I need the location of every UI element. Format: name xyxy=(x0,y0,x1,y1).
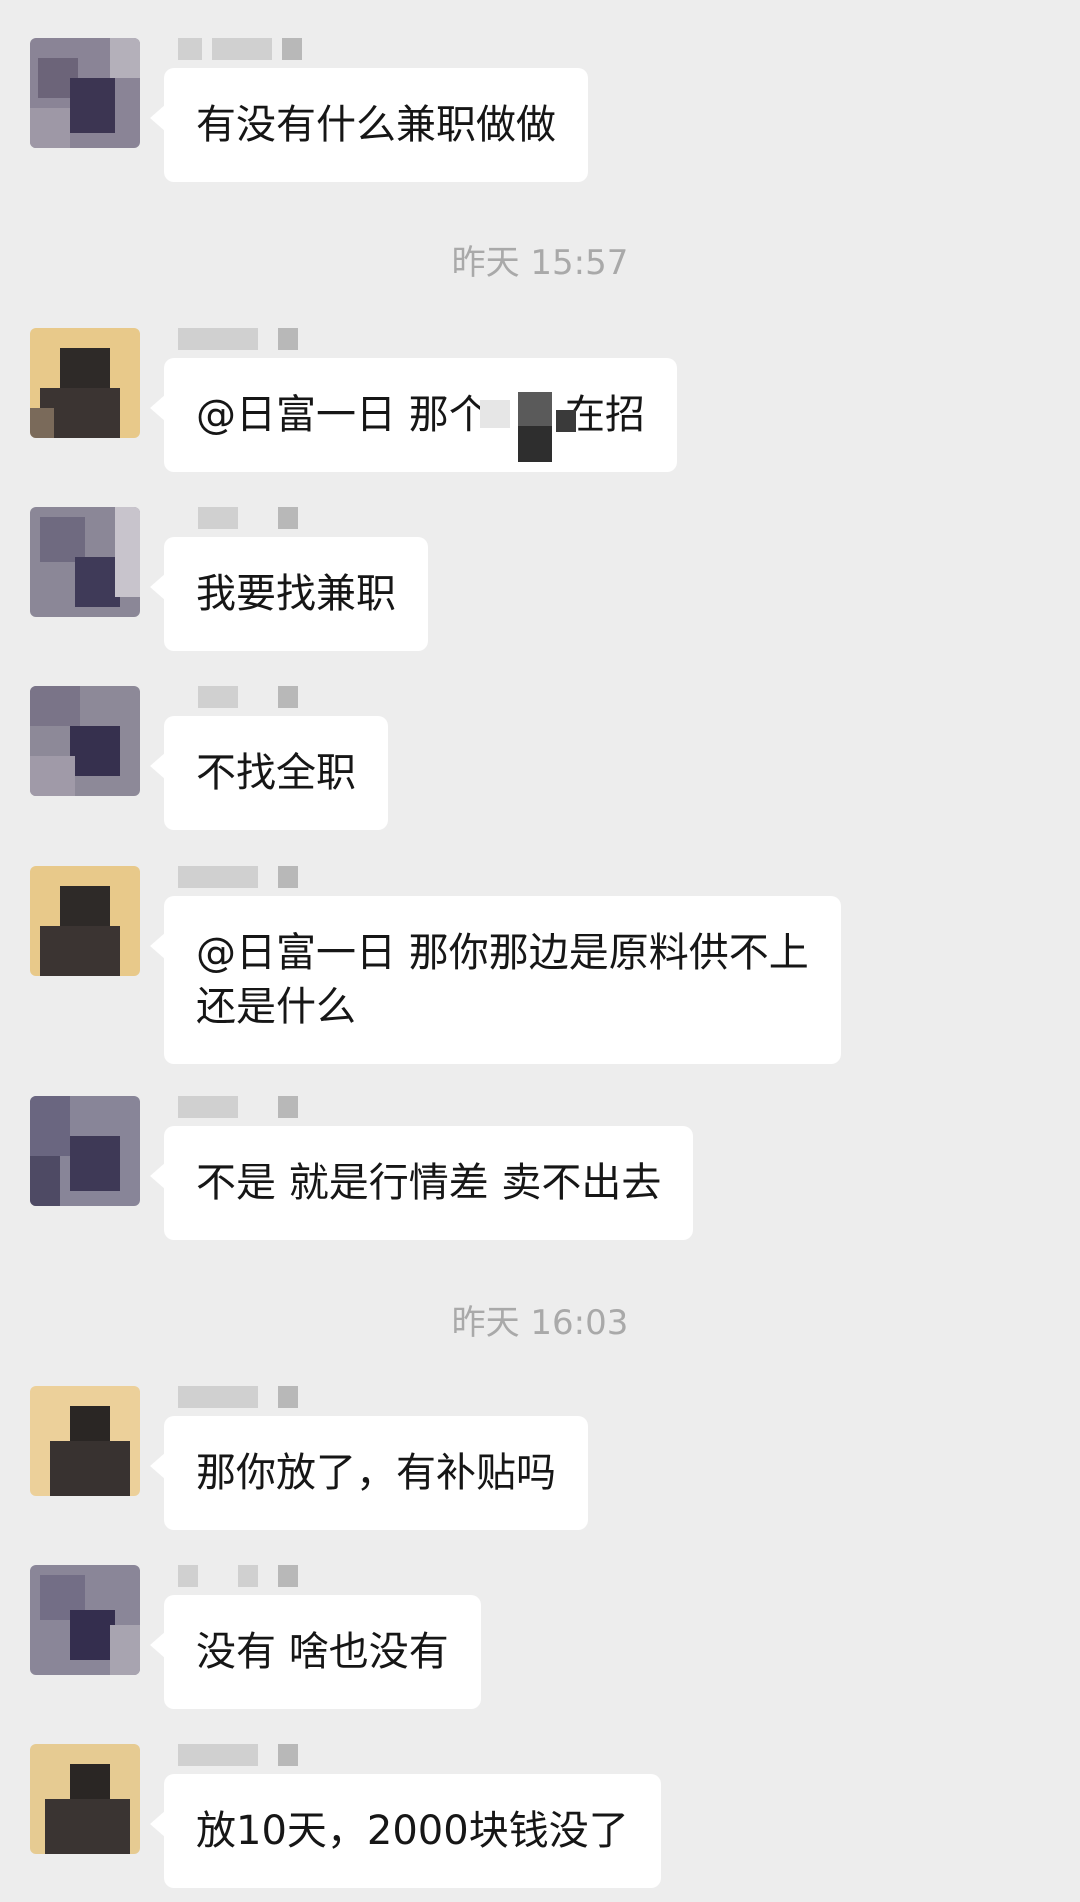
message-bubble[interactable]: 放10天，2000块钱没了 xyxy=(150,1774,661,1888)
redaction-mosaic xyxy=(480,390,600,470)
avatar[interactable] xyxy=(30,1565,140,1675)
message-bubble[interactable]: 我要找兼职 xyxy=(150,537,428,651)
message-bubble[interactable]: 不是 就是行情差 卖不出去 xyxy=(149,1126,694,1240)
chat-area[interactable]: 有没有什么兼职做做 昨天 15:57 @日富一日 那个 在招 我要找兼职 不找全… xyxy=(0,0,1080,1902)
timestamp: 昨天 15:57 xyxy=(451,243,629,283)
message-bubble[interactable]: @日富一日 那你那边是原料供不上 还是什么 xyxy=(150,896,841,1064)
avatar[interactable] xyxy=(30,866,140,976)
avatar[interactable] xyxy=(30,507,140,617)
avatar[interactable] xyxy=(30,1744,140,1854)
message-bubble[interactable]: 那你放了，有补贴吗 xyxy=(150,1416,588,1530)
avatar[interactable] xyxy=(30,1386,140,1496)
message-bubble[interactable]: @日富一日 那个 在招 xyxy=(149,358,678,472)
avatar[interactable] xyxy=(30,686,140,796)
avatar[interactable] xyxy=(30,328,140,438)
avatar[interactable] xyxy=(30,1096,140,1206)
message-bubble[interactable]: 有没有什么兼职做做 xyxy=(150,68,588,182)
message-bubble[interactable]: 不找全职 xyxy=(150,716,388,830)
timestamp: 昨天 16:03 xyxy=(451,1303,629,1343)
message-bubble[interactable]: 没有 啥也没有 xyxy=(150,1595,481,1709)
avatar[interactable] xyxy=(30,38,140,148)
